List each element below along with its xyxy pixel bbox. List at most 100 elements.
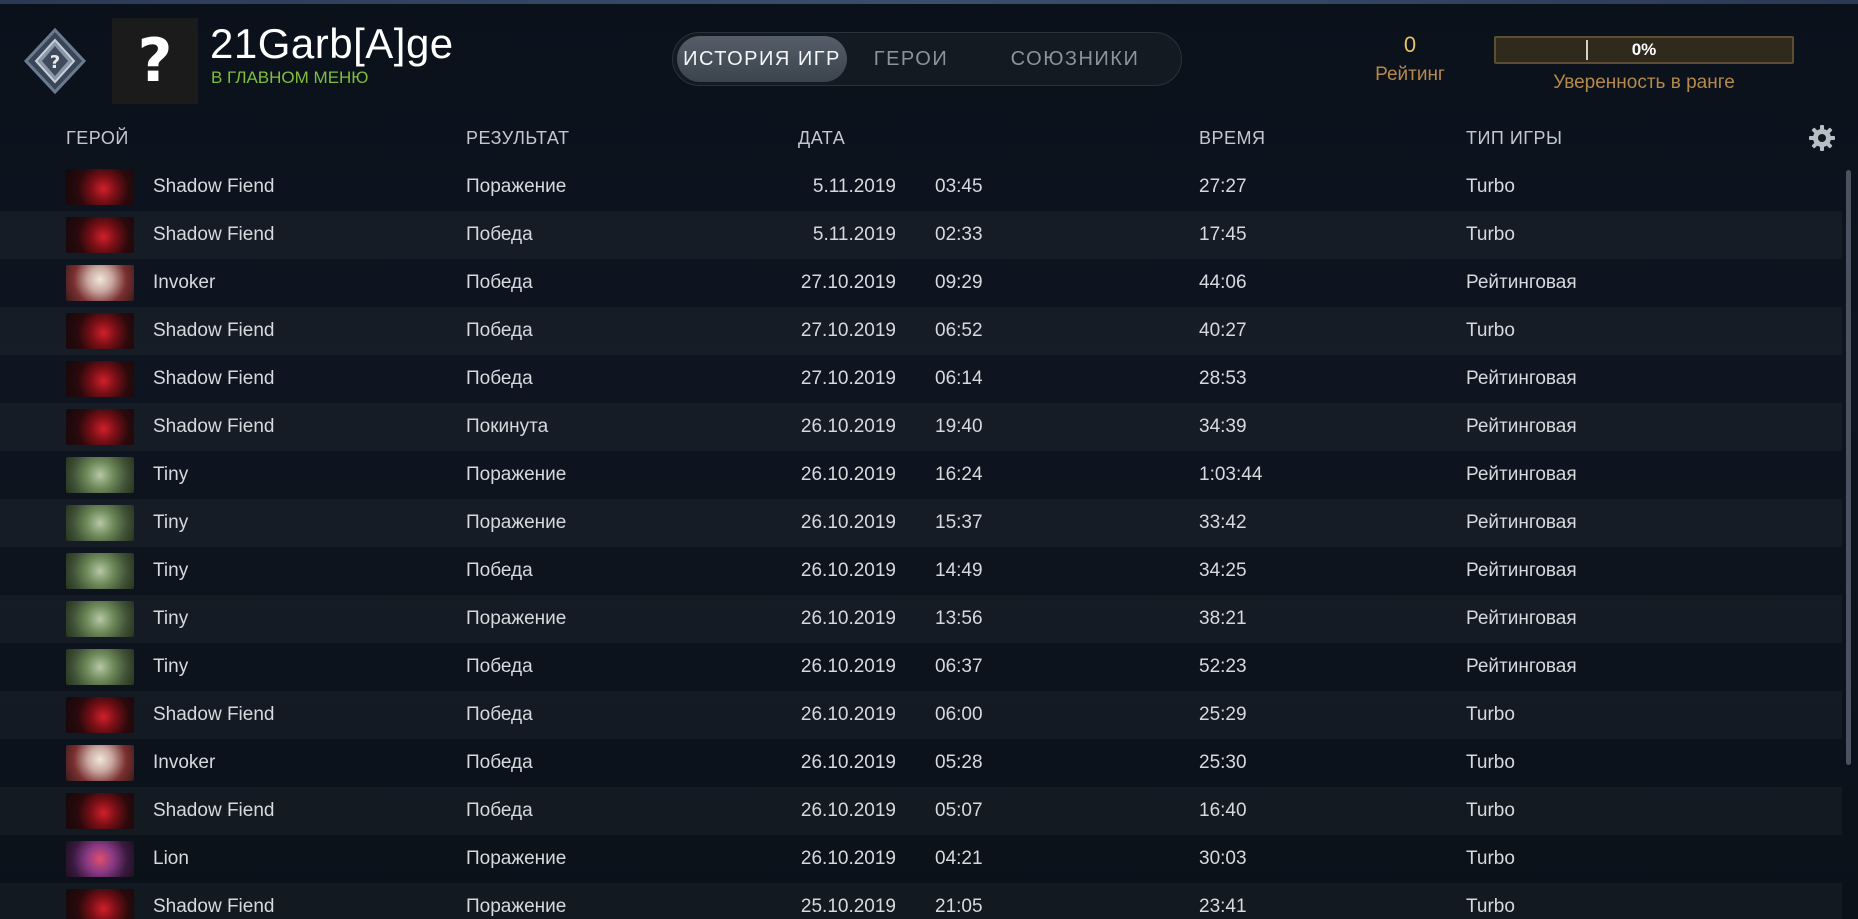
- match-date: 5.11.2019: [812, 224, 896, 245]
- hero-name: Tiny: [153, 560, 189, 581]
- game-type: Turbo: [1466, 176, 1515, 197]
- match-time: 06:00: [935, 704, 983, 725]
- column-header-result[interactable]: РЕЗУЛЬТАТ: [466, 128, 569, 149]
- match-time: 05:07: [935, 800, 983, 821]
- table-row[interactable]: Tiny Поражение 26.10.2019 16:24 1:03:44 Рейти…: [0, 451, 1842, 499]
- hero-name: Tiny: [153, 656, 189, 677]
- match-time: 06:37: [935, 656, 983, 677]
- game-type: Turbo: [1466, 224, 1515, 245]
- scrollbar-thumb[interactable]: [1846, 170, 1851, 765]
- match-result: Победа: [466, 800, 533, 821]
- hero-portrait: [66, 889, 134, 919]
- hero-portrait: [66, 601, 134, 637]
- hero-name: Tiny: [153, 464, 189, 485]
- hero-portrait: [66, 553, 134, 589]
- match-result: Поражение: [466, 896, 567, 917]
- match-result: Поражение: [466, 176, 567, 197]
- match-date: 27.10.2019: [800, 320, 896, 341]
- game-type: Рейтинговая: [1466, 368, 1577, 389]
- match-date: 27.10.2019: [800, 272, 896, 293]
- hero-name: Shadow Fiend: [153, 416, 275, 437]
- match-duration: 30:03: [1199, 848, 1247, 869]
- gear-icon[interactable]: [1808, 124, 1836, 152]
- table-row[interactable]: Shadow Fiend Покинута 26.10.2019 19:40 34:39…: [0, 403, 1842, 451]
- table-row[interactable]: Shadow Fiend Поражение 25.10.2019 21:05 23:4…: [0, 883, 1842, 919]
- match-result: Поражение: [466, 512, 567, 533]
- column-header-duration[interactable]: ВРЕМЯ: [1199, 128, 1266, 149]
- match-time: 09:29: [935, 272, 983, 293]
- rank-confidence-percent: 0%: [1631, 40, 1657, 59]
- hero-name: Shadow Fiend: [153, 368, 275, 389]
- match-date: 26.10.2019: [800, 512, 896, 533]
- hero-portrait: [66, 649, 134, 685]
- match-time: 03:45: [935, 176, 983, 197]
- game-type: Рейтинговая: [1466, 656, 1577, 677]
- hero-name: Tiny: [153, 608, 189, 629]
- game-type: Рейтинговая: [1466, 464, 1577, 485]
- hero-portrait: [66, 265, 134, 301]
- table-row[interactable]: Tiny Победа 26.10.2019 14:49 34:25 Рейтингова…: [0, 547, 1842, 595]
- hero-name: Shadow Fiend: [153, 320, 275, 341]
- match-time: 06:14: [935, 368, 983, 389]
- table-row[interactable]: Shadow Fiend Поражение 5.11.2019 03:45 27:27…: [0, 163, 1842, 211]
- table-row[interactable]: Invoker Победа 27.10.2019 09:29 44:06 Рейтинг…: [0, 259, 1842, 307]
- match-date: 26.10.2019: [800, 800, 896, 821]
- hero-name: Shadow Fiend: [153, 704, 275, 725]
- table-row[interactable]: Shadow Fiend Победа 27.10.2019 06:52 40:27 Tu…: [0, 307, 1842, 355]
- hero-portrait: [66, 745, 134, 781]
- table-header: ГЕРОЙ РЕЗУЛЬТАТ ДАТА ВРЕМЯ ТИП ИГРЫ: [0, 120, 1858, 160]
- match-duration: 1:03:44: [1199, 464, 1263, 485]
- table-row[interactable]: Invoker Победа 26.10.2019 05:28 25:30 Turbo: [0, 739, 1842, 787]
- hero-portrait: [66, 457, 134, 493]
- match-time: 06:52: [935, 320, 983, 341]
- match-time: 04:21: [935, 848, 983, 869]
- column-header-game-type[interactable]: ТИП ИГРЫ: [1466, 128, 1563, 149]
- table-row[interactable]: Shadow Fiend Победа 27.10.2019 06:14 28:53 Ре…: [0, 355, 1842, 403]
- match-date: 26.10.2019: [800, 848, 896, 869]
- tab-match-history[interactable]: ИСТОРИЯ ИГР: [677, 36, 847, 82]
- hero-portrait: [66, 313, 134, 349]
- match-result: Победа: [466, 320, 533, 341]
- match-result: Поражение: [466, 464, 567, 485]
- hero-portrait: [66, 697, 134, 733]
- hero-portrait: [66, 361, 134, 397]
- table-row[interactable]: Shadow Fiend Победа 26.10.2019 06:00 25:29 Tu…: [0, 691, 1842, 739]
- match-duration: 17:45: [1199, 224, 1247, 245]
- hero-name: Invoker: [153, 272, 216, 293]
- match-result: Поражение: [466, 848, 567, 869]
- tab-heroes[interactable]: ГЕРОИ: [851, 36, 971, 82]
- column-header-date[interactable]: ДАТА: [798, 128, 845, 149]
- tab-allies[interactable]: СОЮЗНИКИ: [975, 36, 1175, 82]
- table-row[interactable]: Tiny Поражение 26.10.2019 13:56 38:21 Рейтинг…: [0, 595, 1842, 643]
- match-time: 21:05: [935, 896, 983, 917]
- table-row[interactable]: Tiny Поражение 26.10.2019 15:37 33:42 Рейтинг…: [0, 499, 1842, 547]
- match-result: Победа: [466, 704, 533, 725]
- rank-medal-icon[interactable]: ?: [20, 26, 90, 96]
- match-duration: 52:23: [1199, 656, 1247, 677]
- table-row[interactable]: Lion Поражение 26.10.2019 04:21 30:03 Turbo: [0, 835, 1842, 883]
- player-avatar[interactable]: ?: [112, 18, 198, 104]
- match-time: 15:37: [935, 512, 983, 533]
- game-type: Turbo: [1466, 752, 1515, 773]
- match-date: 26.10.2019: [800, 704, 896, 725]
- player-name: 21Garb[A]ge: [210, 20, 454, 67]
- match-time: 14:49: [935, 560, 983, 581]
- match-date: 26.10.2019: [800, 752, 896, 773]
- table-row[interactable]: Tiny Победа 26.10.2019 06:37 52:23 Рейтингова…: [0, 643, 1842, 691]
- column-header-hero[interactable]: ГЕРОЙ: [66, 128, 129, 149]
- hero-portrait: [66, 505, 134, 541]
- match-date: 5.11.2019: [812, 176, 896, 197]
- game-type: Turbo: [1466, 320, 1515, 341]
- hero-portrait: [66, 793, 134, 829]
- avatar-placeholder: ?: [137, 26, 173, 96]
- match-history-list: Shadow Fiend Поражение 5.11.2019 03:45 27:27…: [0, 163, 1842, 919]
- match-result: Победа: [466, 272, 533, 293]
- hero-name: Invoker: [153, 752, 216, 773]
- match-date: 26.10.2019: [800, 608, 896, 629]
- table-row[interactable]: Shadow Fiend Победа 5.11.2019 02:33 17:45 Tur…: [0, 211, 1842, 259]
- hero-name: Shadow Fiend: [153, 896, 275, 917]
- hero-name: Shadow Fiend: [153, 224, 275, 245]
- table-row[interactable]: Shadow Fiend Победа 26.10.2019 05:07 16:40 Tu…: [0, 787, 1842, 835]
- match-result: Поражение: [466, 608, 567, 629]
- match-result: Победа: [466, 368, 533, 389]
